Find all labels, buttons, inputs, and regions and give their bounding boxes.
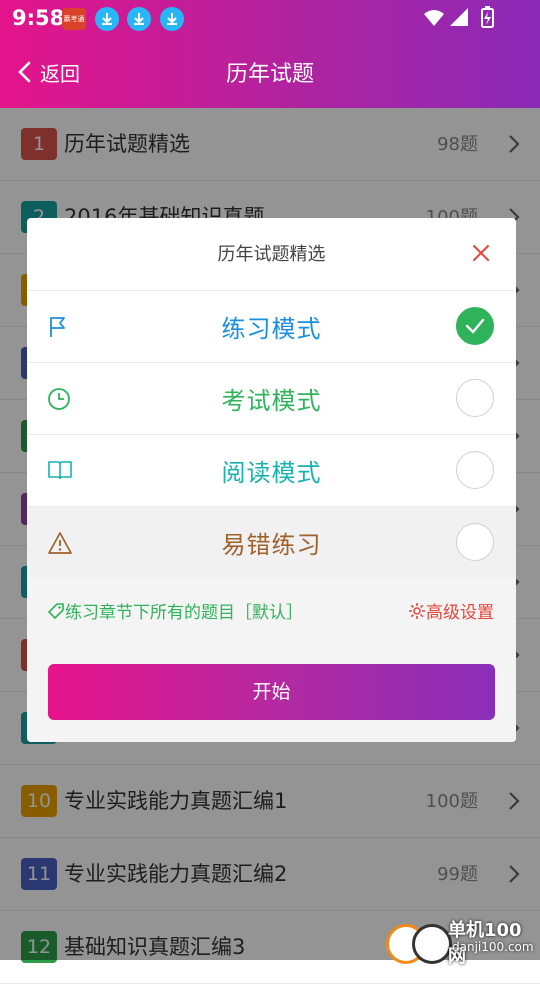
scope-hint-text: 练习章节下所有的题目［默认］ [65,603,303,623]
advanced-settings-label: 高级设置 [426,603,494,623]
app-header: 9:58 赢考通 返回 历年试题 [0,0,540,108]
download-icon [127,7,151,31]
nav-bar: 返回 历年试题 [0,36,540,108]
radio-unchecked[interactable] [456,523,494,561]
radio-unchecked[interactable] [456,379,494,417]
mode-option-mistakes[interactable]: 易错练习 [27,506,516,578]
app-notification-icon: 赢考通 [62,8,86,30]
download-icon [95,7,119,31]
wifi-icon [424,10,444,26]
mode-label: 阅读模式 [221,459,322,487]
gear-icon [409,602,425,619]
mode-option-practice[interactable]: 练习模式 [27,290,516,362]
radio-unchecked[interactable] [456,451,494,489]
status-icons [422,6,502,34]
dialog-footer: 练习章节下所有的题目［默认］ 高级设置 开始 [27,578,516,742]
mode-option-exam[interactable]: 考试模式 [27,362,516,434]
watermark-logo: 单机100网 danji100.com [386,914,538,967]
check-icon [465,318,485,334]
mode-option-reading[interactable]: 阅读模式 [27,434,516,506]
mode-label: 考试模式 [221,387,322,415]
download-icon [160,7,184,31]
mode-dialog: 历年试题精选 练习模式 考试模式 阅读模式 易错练习 练习章节下所有的题目［默认… [27,218,516,742]
battery-icon [481,6,494,28]
close-icon[interactable] [470,242,492,264]
signal-icon [450,8,468,26]
status-time: 9:58 [12,6,65,30]
start-button[interactable]: 开始 [48,664,495,720]
watermark-url: danji100.com [452,940,534,954]
advanced-settings-button[interactable]: 高级设置 [408,598,494,623]
scope-hint[interactable]: 练习章节下所有的题目［默认］ [47,598,303,623]
page-title: 历年试题 [225,62,314,87]
dialog-title: 历年试题精选 [217,244,326,265]
mode-label: 易错练习 [221,531,322,559]
tag-icon [47,602,64,619]
radio-checked[interactable] [456,307,494,345]
status-bar: 9:58 赢考通 [0,0,540,36]
watermark-circle [412,924,452,964]
mode-label: 练习模式 [221,315,322,343]
